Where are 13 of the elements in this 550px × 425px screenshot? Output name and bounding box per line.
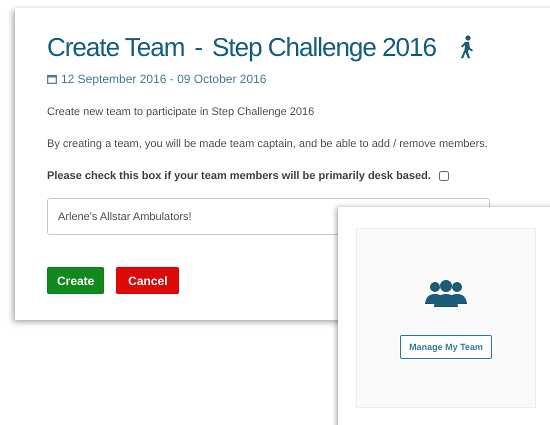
challenge-title: Step Challenge 2016 (212, 32, 436, 62)
calendar-icon (47, 74, 57, 84)
cancel-button[interactable]: Cancel (116, 267, 180, 294)
title-separator: - (194, 32, 202, 62)
intro-text: Create new team to participate in Step Challenge 2016 (47, 106, 316, 118)
date-range: 12 September 2016 - 09 October 2016 (61, 72, 266, 86)
manage-team-button[interactable]: Manage My Team (400, 335, 492, 359)
checkbox-label: Please check this box if your team members will be primarily desk based. (47, 170, 431, 182)
page-title: Create Team (47, 32, 184, 62)
create-button[interactable]: Create (47, 267, 104, 294)
info-text: By creating a team, you will be made team captain, and be able to add / remove members. (47, 138, 489, 150)
team-icon (424, 279, 468, 307)
desk-based-checkbox[interactable] (438, 171, 449, 181)
